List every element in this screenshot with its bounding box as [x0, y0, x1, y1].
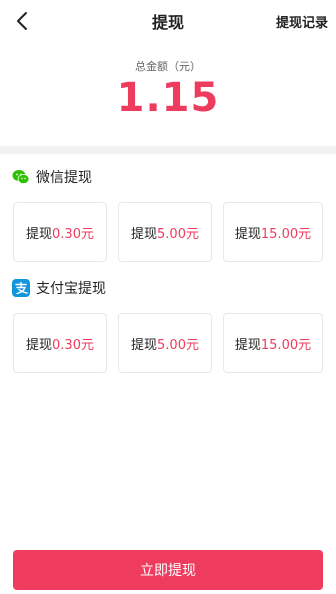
wechat-option-5-00[interactable]: 提现 5.00元 — [118, 202, 212, 262]
wechat-section-title: 微信提现 — [36, 170, 92, 186]
alipay-icon — [12, 279, 30, 297]
chevron-left-icon — [17, 12, 27, 30]
option-prefix: 提现 — [234, 337, 261, 353]
alipay-section-title: 支付宝提现 — [36, 281, 106, 297]
option-amount: 15.00元 — [260, 226, 312, 242]
withdraw-now-button[interactable]: 立即提现 — [13, 550, 323, 590]
wechat-option-15-00[interactable]: 提现 15.00元 — [223, 202, 323, 262]
option-amount: 5.00元 — [157, 226, 199, 242]
balance-label: 总金额（元） — [135, 60, 201, 73]
option-amount: 5.00元 — [157, 337, 199, 353]
page-title: 提现 — [151, 13, 184, 32]
alipay-section-header: 支付宝提现 — [12, 277, 106, 299]
back-button[interactable] — [10, 9, 34, 33]
wechat-options: 提现 0.30元 提现 5.00元 提现 15.00元 — [13, 202, 323, 262]
alipay-option-5-00[interactable]: 提现 5.00元 — [118, 313, 212, 373]
option-prefix: 提现 — [131, 226, 158, 242]
alipay-option-15-00[interactable]: 提现 15.00元 — [223, 313, 323, 373]
wechat-icon — [12, 170, 30, 184]
option-prefix: 提现 — [131, 337, 158, 353]
option-amount: 15.00元 — [260, 337, 312, 353]
option-amount: 0.30元 — [52, 337, 94, 353]
withdraw-records-link[interactable]: 提现记录 — [276, 12, 328, 31]
option-prefix: 提现 — [26, 226, 53, 242]
alipay-option-0-30[interactable]: 提现 0.30元 — [13, 313, 107, 373]
wechat-section-header: 微信提现 — [12, 166, 92, 188]
header-bar: 提现 提现记录 — [0, 0, 336, 42]
wechat-option-0-30[interactable]: 提现 0.30元 — [13, 202, 107, 262]
option-prefix: 提现 — [234, 226, 261, 242]
option-amount: 0.30元 — [52, 226, 94, 242]
withdraw-page: 提现 提现记录 总金额（元） 1.15 微信提现 提现 0.30元 提现 5.00元… — [0, 0, 336, 594]
section-divider — [0, 146, 336, 154]
balance-panel: 总金额（元） 1.15 — [0, 42, 336, 146]
option-prefix: 提现 — [26, 337, 53, 353]
alipay-options: 提现 0.30元 提现 5.00元 提现 15.00元 — [13, 313, 323, 373]
balance-amount: 1.15 — [116, 75, 220, 121]
